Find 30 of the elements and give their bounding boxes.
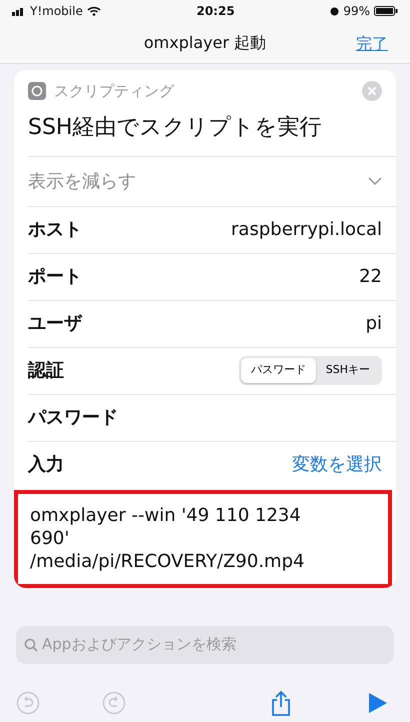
field-label: 認証 (28, 359, 64, 383)
scripting-icon (28, 82, 46, 100)
battery-percent: 99% (343, 3, 370, 20)
segment-tab[interactable]: SSHキー (316, 358, 380, 383)
field-label: 入力 (28, 453, 64, 477)
alarm-icon (330, 6, 340, 16)
status-time: 20:25 (196, 3, 235, 20)
field-label: パスワード (28, 406, 118, 430)
field-label: ポート (28, 265, 82, 289)
play-icon[interactable] (368, 690, 388, 715)
field-value[interactable]: pi (366, 310, 382, 337)
nav-title: omxplayer 起動 (144, 32, 266, 54)
share-icon[interactable] (270, 690, 292, 716)
category-label: スクリプティング (54, 81, 176, 102)
carrier-name: Y!mobile (30, 3, 83, 20)
field-label: ユーザ (28, 312, 82, 336)
search-icon (24, 638, 38, 652)
segment-tab[interactable]: パスワード (240, 358, 316, 383)
field-label: ホスト (28, 218, 82, 242)
action-title: SSH経由でスクリプトを実行 (27, 114, 322, 142)
script-input[interactable]: omxplayer --win '49 110 1234 690' /media/pi/RECOVERY/Z90.mp4 (14, 490, 392, 588)
field-value[interactable]: 22 (359, 263, 382, 290)
variable-link[interactable]: 変数を選択 (292, 451, 382, 478)
chevron-icon[interactable] (368, 177, 382, 185)
battery-icon (374, 6, 398, 16)
signal-icon (12, 6, 26, 16)
close-icon[interactable] (362, 81, 382, 102)
wifi-icon (86, 6, 101, 16)
done-button[interactable]: 完了 (356, 32, 388, 56)
field-value[interactable]: raspberrypi.local (231, 216, 382, 243)
